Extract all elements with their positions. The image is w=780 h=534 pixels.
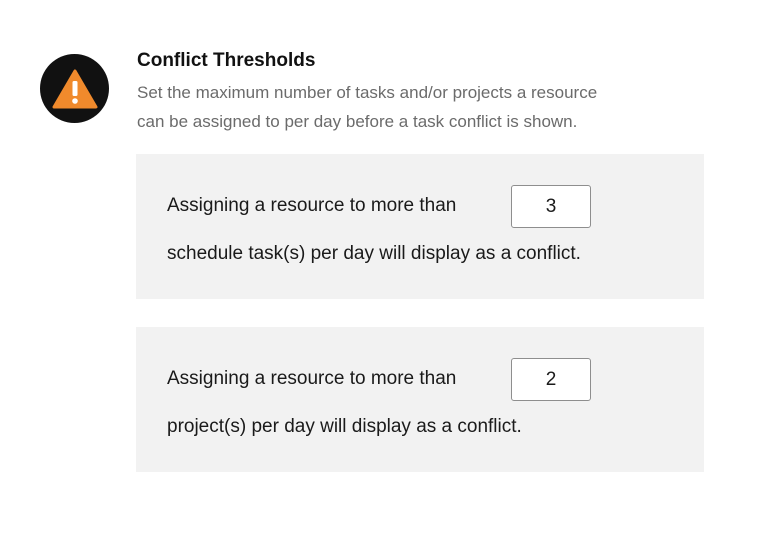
- task-threshold-suffix: schedule task(s) per day will display as…: [167, 243, 581, 264]
- task-threshold-panel: Assigning a resource to more than schedu…: [136, 154, 704, 299]
- section-title: Conflict Thresholds: [137, 50, 316, 71]
- description-line: Set the maximum number of tasks and/or p…: [137, 83, 598, 102]
- task-threshold-input[interactable]: [511, 185, 591, 228]
- warning-badge: [40, 54, 109, 123]
- project-threshold-input[interactable]: [511, 358, 591, 401]
- warning-triangle-icon: [52, 69, 97, 108]
- section-description: Set the maximum number of tasks and/or p…: [137, 78, 697, 136]
- task-threshold-prefix: Assigning a resource to more than: [167, 195, 457, 216]
- description-line: can be assigned to per day before a task…: [137, 112, 578, 131]
- project-threshold-panel: Assigning a resource to more than projec…: [136, 327, 704, 472]
- project-threshold-suffix: project(s) per day will display as a con…: [167, 416, 522, 437]
- project-threshold-prefix: Assigning a resource to more than: [167, 368, 457, 389]
